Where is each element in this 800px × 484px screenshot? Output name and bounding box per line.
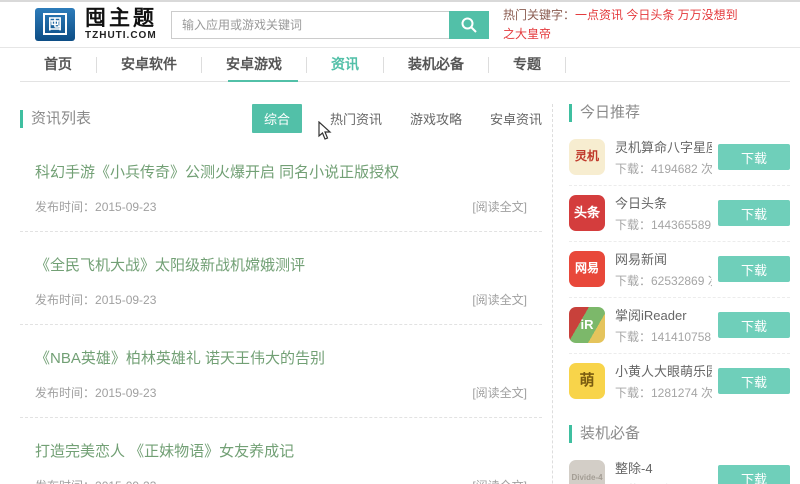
download-button[interactable]: 下载	[718, 144, 790, 170]
article-meta: 发布时间：2015-09-23 [阅读全文]	[35, 477, 527, 484]
read-more-link[interactable]: [阅读全文]	[472, 477, 527, 484]
app-name[interactable]: 今日头条	[615, 193, 712, 212]
app-icon-divide4[interactable]: Divide-4	[569, 460, 605, 484]
nav-item-topics[interactable]: 专题	[489, 48, 565, 81]
app-info: 今日头条 下载：144365589 次	[615, 193, 712, 233]
header: 囤 囤主题 TZHUTI.COM 热门关键字：一点资讯 今日头条 万万没想到之大…	[0, 2, 800, 48]
essentials-section: 装机必备 Divide-4 整除-4 下载：0 次 下载 BesTV BesT	[569, 425, 790, 484]
nav-bottom-line	[20, 81, 790, 82]
hot-keywords-label: 热门关键字：	[503, 8, 575, 22]
news-list-title: 资讯列表	[20, 110, 91, 128]
app-name[interactable]: 灵机算命八字星座解梦风	[615, 137, 712, 156]
article-title[interactable]: 科幻手游《小兵传奇》公测火爆开启 同名小说正版授权	[35, 161, 527, 182]
app-list: Divide-4 整除-4 下载：0 次 下载 BesTV BesTV 下载：1…	[569, 451, 790, 484]
app-icon-toutiao[interactable]: 头条	[569, 195, 605, 231]
site-logo[interactable]: 囤 囤主题 TZHUTI.COM	[35, 8, 157, 41]
article-meta: 发布时间：2015-09-23 [阅读全文]	[35, 384, 527, 401]
app-icon-lingji[interactable]: 灵机	[569, 139, 605, 175]
app-icon-netease-news[interactable]: 网易	[569, 251, 605, 287]
app-info: 掌阅iReader 下载：141410758 次	[615, 305, 712, 345]
nav-item-essentials[interactable]: 装机必备	[384, 48, 488, 81]
nav-item-news-active[interactable]: 资讯	[307, 48, 383, 81]
article-row: 打造完美恋人 《正妹物语》女友养成记 发布时间：2015-09-23 [阅读全文…	[20, 418, 542, 484]
app-download-count: 下载：141410758 次	[615, 328, 712, 345]
article-date: 发布时间：2015-09-23	[35, 291, 156, 308]
read-more-link[interactable]: [阅读全文]	[472, 291, 527, 308]
read-more-link[interactable]: [阅读全文]	[472, 198, 527, 215]
news-column: 资讯列表 综合 热门资讯 游戏攻略 安卓资讯 科幻手游《小兵传奇》公测火爆开启 …	[20, 104, 552, 484]
article-title[interactable]: 打造完美恋人 《正妹物语》女友养成记	[35, 440, 527, 461]
download-button[interactable]: 下载	[718, 312, 790, 338]
article-title[interactable]: 《NBA英雄》柏林英雄礼 诺天王伟大的告别	[35, 347, 527, 368]
app-name[interactable]: 整除-4	[615, 458, 712, 477]
app-row: iR 掌阅iReader 下载：141410758 次 下载	[569, 298, 790, 354]
news-list-header: 资讯列表 综合 热门资讯 游戏攻略 安卓资讯	[20, 104, 542, 133]
app-name[interactable]: 掌阅iReader	[615, 305, 712, 324]
nav-active-underline	[228, 80, 298, 82]
filter-hot-news[interactable]: 热门资讯	[330, 109, 382, 128]
download-button[interactable]: 下载	[718, 465, 790, 484]
search-button[interactable]	[449, 11, 489, 39]
app-download-count: 下载：62532869 次	[615, 272, 712, 289]
search-input[interactable]	[171, 11, 449, 39]
app-list: 灵机 灵机算命八字星座解梦风 下载：4194682 次 下载 头条 今日头条 下…	[569, 130, 790, 409]
article-row: 科幻手游《小兵传奇》公测火爆开启 同名小说正版授权 发布时间：2015-09-2…	[20, 139, 542, 232]
app-row: Divide-4 整除-4 下载：0 次 下载	[569, 451, 790, 484]
filter-game-guides[interactable]: 游戏攻略	[410, 109, 462, 128]
today-recommend-section: 今日推荐 灵机 灵机算命八字星座解梦风 下载：4194682 次 下载 头条	[569, 104, 790, 409]
sidebar: 今日推荐 灵机 灵机算命八字星座解梦风 下载：4194682 次 下载 头条	[552, 104, 790, 484]
article-date: 发布时间：2015-09-23	[35, 477, 156, 484]
nav-item-android-software[interactable]: 安卓软件	[97, 48, 201, 81]
article-row: 《全民飞机大战》太阳级新战机嫦娥测评 发布时间：2015-09-23 [阅读全文…	[20, 232, 542, 325]
app-info: 灵机算命八字星座解梦风 下载：4194682 次	[615, 137, 712, 177]
app-icon-minions[interactable]: 萌	[569, 363, 605, 399]
app-row: 头条 今日头条 下载：144365589 次 下载	[569, 186, 790, 242]
logo-text: 囤主题 TZHUTI.COM	[85, 8, 157, 41]
article-meta: 发布时间：2015-09-23 [阅读全文]	[35, 198, 527, 215]
article-row: 《NBA英雄》柏林英雄礼 诺天王伟大的告别 发布时间：2015-09-23 [阅…	[20, 325, 542, 418]
article-date: 发布时间：2015-09-23	[35, 198, 156, 215]
app-download-count: 下载：1281274 次	[615, 384, 712, 401]
filter-all[interactable]: 综合	[252, 104, 302, 133]
article-title[interactable]: 《全民飞机大战》太阳级新战机嫦娥测评	[35, 254, 527, 275]
nav-divider	[565, 57, 566, 73]
app-download-count: 下载：4194682 次	[615, 160, 712, 177]
read-more-link[interactable]: [阅读全文]	[472, 384, 527, 401]
download-button[interactable]: 下载	[718, 256, 790, 282]
logo-icon-char: 囤	[43, 13, 67, 35]
article-date: 发布时间：2015-09-23	[35, 384, 156, 401]
search-bar	[171, 11, 489, 39]
article-meta: 发布时间：2015-09-23 [阅读全文]	[35, 291, 527, 308]
news-filters: 综合 热门资讯 游戏攻略 安卓资讯	[252, 104, 542, 133]
app-info: 整除-4 下载：0 次	[615, 458, 712, 484]
app-info: 网易新闻 下载：62532869 次	[615, 249, 712, 289]
nav-item-home[interactable]: 首页	[20, 48, 96, 81]
app-download-count: 下载：144365589 次	[615, 216, 712, 233]
page: 囤 囤主题 TZHUTI.COM 热门关键字：一点资讯 今日头条 万万没想到之大…	[0, 0, 800, 484]
nav-items: 首页 安卓软件 安卓游戏 资讯 装机必备 专题	[0, 48, 800, 81]
nav-item-android-games[interactable]: 安卓游戏	[202, 48, 306, 81]
main-content: 资讯列表 综合 热门资讯 游戏攻略 安卓资讯 科幻手游《小兵传奇》公测火爆开启 …	[0, 82, 800, 484]
app-icon-ireader[interactable]: iR	[569, 307, 605, 343]
app-name[interactable]: 小黄人大眼萌乐园	[615, 361, 712, 380]
app-row: 萌 小黄人大眼萌乐园 下载：1281274 次 下载	[569, 354, 790, 409]
main-nav: 首页 安卓软件 安卓游戏 资讯 装机必备 专题	[0, 48, 800, 82]
essentials-title: 装机必备	[569, 425, 790, 443]
logo-icon: 囤	[35, 8, 75, 41]
filter-android-news[interactable]: 安卓资讯	[490, 109, 542, 128]
app-row: 网易 网易新闻 下载：62532869 次 下载	[569, 242, 790, 298]
app-name[interactable]: 网易新闻	[615, 249, 712, 268]
search-icon	[460, 16, 478, 34]
download-button[interactable]: 下载	[718, 368, 790, 394]
hot-keywords: 热门关键字：一点资讯 今日头条 万万没想到之大皇帝	[503, 6, 739, 43]
download-button[interactable]: 下载	[718, 200, 790, 226]
app-row: 灵机 灵机算命八字星座解梦风 下载：4194682 次 下载	[569, 130, 790, 186]
site-subtitle: TZHUTI.COM	[85, 30, 157, 41]
today-recommend-title: 今日推荐	[569, 104, 790, 122]
article-list: 科幻手游《小兵传奇》公测火爆开启 同名小说正版授权 发布时间：2015-09-2…	[20, 139, 542, 484]
app-info: 小黄人大眼萌乐园 下载：1281274 次	[615, 361, 712, 401]
site-title: 囤主题	[85, 8, 157, 30]
